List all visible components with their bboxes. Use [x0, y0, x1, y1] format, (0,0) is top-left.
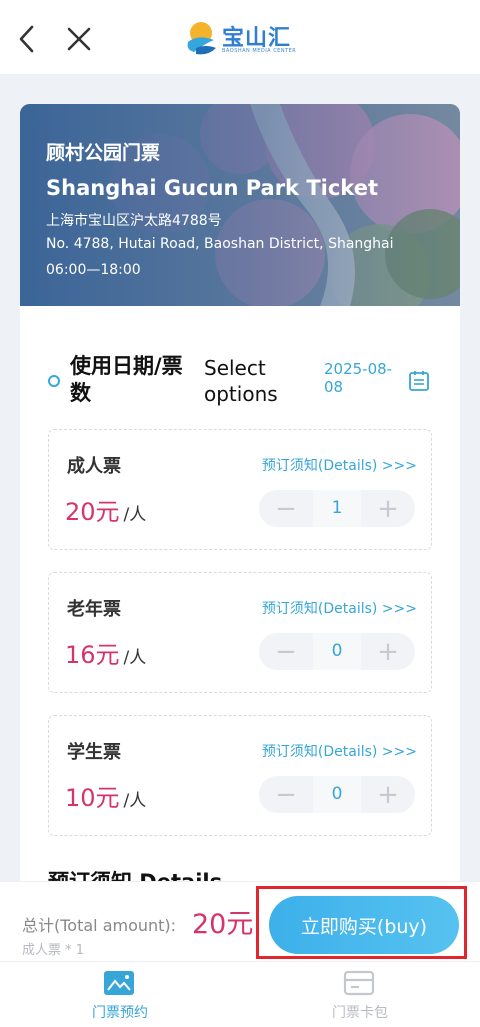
banner-address-en: No. 4788, Hutai Road, Baoshan District, … [46, 236, 394, 252]
tab-label: 门票预约 [92, 1005, 148, 1021]
ticket-card: 顾村公园门票 Shanghai Gucun Park Ticket 上海市宝山区… [20, 104, 460, 894]
select-options-label: Select options [204, 356, 278, 406]
quantity-value[interactable]: 0 [313, 633, 361, 670]
logo-subtitle: BAOSHAN MEDIA CENTER [222, 48, 297, 54]
buy-button[interactable]: 立即购买(buy) [269, 896, 459, 954]
ticket-name: 老年票 [67, 599, 121, 620]
app-logo: 宝山汇 BAOSHAN MEDIA CENTER [184, 18, 304, 60]
ticket-senior: 老年票 预订须知(Details) >>> 16元/人 − 0 + [48, 572, 432, 693]
price-unit: /人 [123, 791, 147, 811]
quantity-stepper: − 1 + [259, 490, 415, 527]
total-label: 总计(Total amount): [22, 916, 177, 935]
ticket-name: 学生票 [67, 742, 121, 763]
plus-icon[interactable]: + [361, 776, 415, 813]
chevron-left-icon[interactable] [14, 22, 40, 56]
section-title: 使用日期/票数 [70, 354, 183, 405]
tab-label: 门票卡包 [332, 1005, 388, 1021]
tab-ticket-booking[interactable]: 门票预约 [0, 962, 240, 1027]
ticket-name: 成人票 [67, 456, 121, 477]
ticket-adult: 成人票 预订须知(Details) >>> 20元/人 − 1 + [48, 429, 432, 550]
total-breakdown: 成人票 * 1 [22, 943, 85, 958]
ticket-details-link[interactable]: 预订须知(Details) >>> [262, 598, 417, 618]
quantity-value[interactable]: 0 [313, 776, 361, 813]
ticket-price: 20元/人 [65, 492, 146, 527]
minus-icon[interactable]: − [259, 776, 313, 813]
banner-address-cn: 上海市宝山区沪太路4788号 [46, 213, 222, 229]
park-banner: 顾村公园门票 Shanghai Gucun Park Ticket 上海市宝山区… [20, 104, 460, 306]
ticket-student: 学生票 预订须知(Details) >>> 10元/人 − 0 + [48, 715, 432, 836]
price-unit: /人 [123, 648, 147, 668]
close-icon[interactable] [64, 24, 94, 54]
checkout-bar: 总计(Total amount): 20元 成人票 * 1 立即购买(buy) [0, 881, 480, 961]
price-value: 10元 [65, 784, 120, 812]
banner-title-cn: 顾村公园门票 [46, 142, 161, 164]
selected-date[interactable]: 2025-08-08 [324, 360, 404, 396]
minus-icon[interactable]: − [259, 490, 313, 527]
quantity-stepper: − 0 + [259, 776, 415, 813]
ticket-price: 16元/人 [65, 635, 146, 670]
calendar-icon[interactable] [408, 370, 430, 392]
banner-title-en: Shanghai Gucun Park Ticket [46, 176, 378, 200]
wallet-icon [343, 970, 375, 996]
logo-mark-icon [187, 22, 216, 55]
ticket-details-link[interactable]: 预订须知(Details) >>> [262, 741, 417, 761]
price-value: 16元 [65, 641, 120, 669]
quantity-value[interactable]: 1 [313, 490, 361, 527]
section-marker-dot [48, 375, 60, 387]
bottom-tab-bar: 门票预约 门票卡包 [0, 961, 480, 1027]
minus-icon[interactable]: − [259, 633, 313, 670]
total-value: 20元 [192, 909, 254, 940]
tab-ticket-wallet[interactable]: 门票卡包 [240, 962, 480, 1027]
price-unit: /人 [123, 505, 147, 525]
plus-icon[interactable]: + [361, 633, 415, 670]
price-value: 20元 [65, 498, 120, 526]
quantity-stepper: − 0 + [259, 633, 415, 670]
banner-hours: 06:00—18:00 [46, 262, 141, 278]
plus-icon[interactable]: + [361, 490, 415, 527]
ticket-details-link[interactable]: 预订须知(Details) >>> [262, 455, 417, 475]
ticket-price: 10元/人 [65, 778, 146, 813]
ticket-image-icon [104, 971, 134, 995]
top-navigation-bar: 宝山汇 BAOSHAN MEDIA CENTER [0, 0, 480, 74]
